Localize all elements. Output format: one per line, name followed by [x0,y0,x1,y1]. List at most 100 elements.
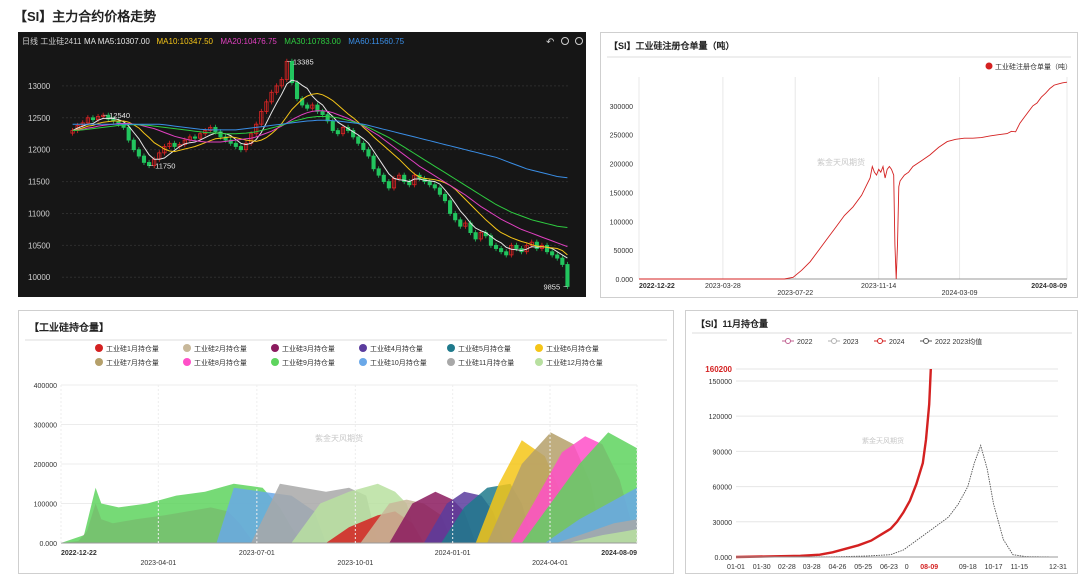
watermark: 紫金天风期货 [862,436,904,445]
legend-label: 工业硅12月持仓量 [546,358,603,367]
y-tick-label: 200000 [34,462,57,469]
candle-body [141,155,147,163]
legend-marker [359,344,367,352]
x-tick-label: 10-17 [985,564,1003,571]
x-tick-label: 11-15 [1011,564,1028,571]
candle-body [192,136,198,139]
legend-marker [183,344,191,352]
legend-label: 工业硅4月持仓量 [370,344,423,353]
y-tick-label: 100000 [34,502,57,509]
candle-body [361,142,366,151]
y-tick-label: 250000 [610,133,633,140]
legend-label: 工业硅8月持仓量 [194,358,247,367]
y-highlight-label: 160200 [705,365,732,374]
november-line-chart: 【SI】11月持仓量 2022 2023 2024 2022 2023均值 0.000 30… [692,318,1072,571]
legend-marker [271,344,279,352]
legend-marker [359,358,367,366]
candle-body [366,149,371,157]
y-tick-label: 0.000 [714,555,732,562]
legend-label: 工业硅7月持仓量 [106,358,159,367]
candle-body [126,126,131,141]
legend-label: 工业硅11月持仓量 [458,358,514,367]
y-tick-label: 200000 [610,162,633,169]
y-tick-label: 150000 [709,379,732,386]
x-tick-label: 04-26 [828,564,846,571]
y-tick-label: 0.000 [615,277,633,284]
undo-icon: ↶ [546,37,554,48]
series-line [735,444,1059,558]
x-tick-label: 2024-08-09 [601,550,637,557]
y-tick-label: 10000 [28,273,51,282]
candle-body [437,187,442,195]
y-tick-label: 30000 [713,520,733,527]
ma-label: MA20:10476.75 [220,37,277,46]
x-tick-label: 2023-10-01 [337,560,373,567]
legend-label: 工业硅3月持仓量 [282,344,335,353]
legend-label: 2022 [797,339,813,346]
candle-body [90,117,96,121]
legend-marker [271,358,279,366]
legend-marker [985,62,993,70]
legend-marker [535,344,543,352]
y-tick-label: 60000 [713,485,733,492]
x-tick-label: 2024-04-01 [532,560,568,567]
legend-label: 工业硅6月持仓量 [546,344,599,353]
page-title: 【SI】主力合约价格走势 [14,9,157,24]
y-tick-label: 400000 [34,383,57,390]
candle-body [233,142,238,147]
legend-marker [831,338,837,344]
legend-marker [535,358,543,366]
y-tick-label: 150000 [610,190,633,197]
candle-body [504,251,509,256]
settings-icon [561,37,569,45]
ma-label: MA10:10347.50 [157,37,214,46]
legend-label: 工业硅5月持仓量 [458,344,511,353]
candle-body [131,139,136,151]
ma30-line [72,116,568,228]
candle-body [386,181,391,189]
y-tick-label: 13000 [28,82,51,91]
candle-body [356,136,361,144]
annotation-label: 11750 [155,162,175,171]
y-tick-label: 50000 [614,248,634,255]
x-tick-label: 08-09 [920,564,938,571]
x-tick-label: 09-18 [959,564,977,571]
legend-marker [923,338,929,344]
legend-label: 工业硅2月持仓量 [194,344,247,353]
legend-label: 工业硅注册仓单量（吨） [995,62,1072,71]
series-line [735,368,932,559]
legend-marker [95,358,103,366]
candle-body [550,251,555,256]
legend-label: 工业硅9月持仓量 [282,358,335,367]
candle-body [172,142,177,147]
legend-marker [183,358,191,366]
watermark: 紫金天风期货 [817,157,865,167]
candle-body [565,264,570,287]
legend-label: 工业硅1月持仓量 [106,344,159,353]
candle-body [560,257,565,265]
x-tick-label: 2023-07-22 [777,290,813,297]
ma-label: MA30:10783.00 [284,37,341,46]
candle-body [136,149,141,157]
x-tick-label: 01-30 [753,564,771,571]
candle-body [448,200,453,214]
legend-label: 2024 [889,339,905,346]
candle-body [493,244,499,249]
open-interest-chart-panel: 【工业硅持仓量】工业硅1月持仓量 工业硅2月持仓量 工业硅3月持仓量 工业硅4月持仓量… [18,310,674,574]
y-tick-label: 12000 [28,146,51,155]
x-tick-label: 03-28 [803,564,821,571]
x-tick-label: 2024-03-09 [942,290,978,297]
chart-title: 【工业硅持仓量】 [29,321,109,334]
candle-body [320,111,325,115]
legend-marker [785,338,791,344]
y-tick-label: 100000 [610,219,633,226]
warrant-line [639,81,1068,280]
candle-body [147,162,152,167]
candle-body [499,248,504,253]
chart-title: 【SI】11月持仓量 [696,318,768,329]
y-tick-label: 0.000 [39,541,57,548]
x-tick-label: 2022-12-22 [639,283,675,290]
y-tick-label: 11000 [28,209,50,218]
zoom-icon [575,37,583,45]
legend-marker [877,338,883,344]
